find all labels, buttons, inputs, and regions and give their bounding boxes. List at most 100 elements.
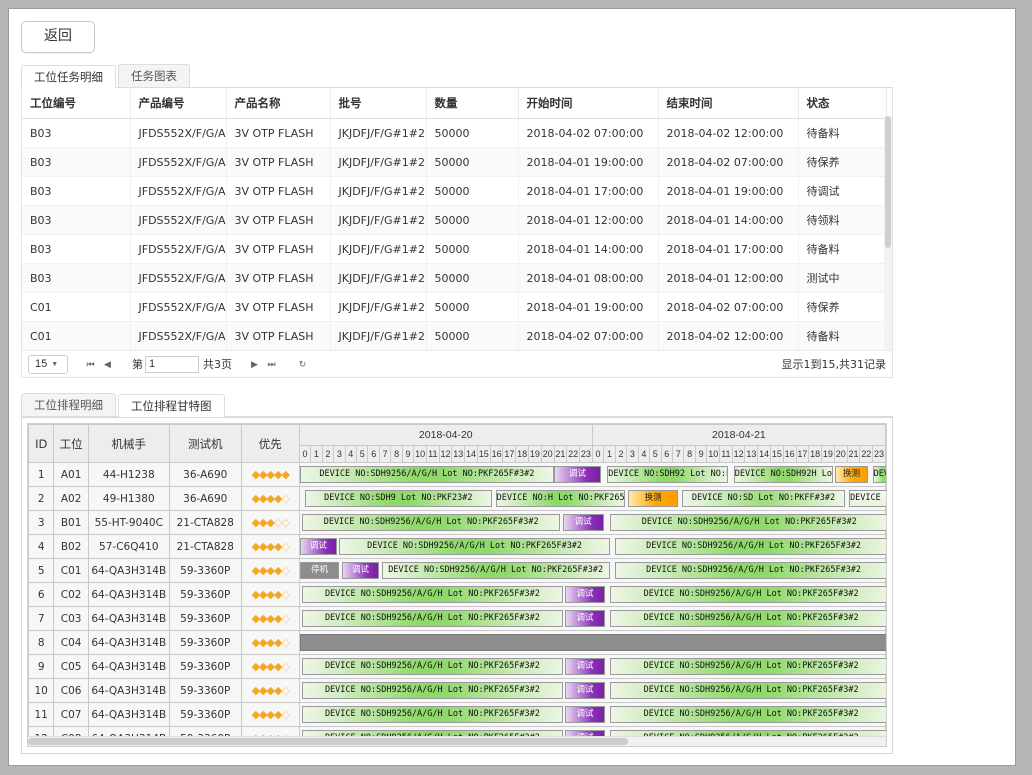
last-page-button[interactable]: ⏭ bbox=[263, 356, 280, 373]
back-button[interactable]: 返回 bbox=[21, 21, 95, 53]
gantt-row[interactable]: 3 B01 55-HT-9040C 21-CTA828 ◆◆◆◇◇ DEVICE NO:S… bbox=[28, 510, 886, 535]
gantt-bar-swap[interactable]: 换测 bbox=[628, 490, 678, 507]
task-grid-vscroll-thumb[interactable] bbox=[885, 116, 891, 248]
tab-0[interactable]: 工位排程明细 bbox=[21, 393, 116, 416]
diamond-filled-icon: ◆ bbox=[266, 492, 276, 505]
gantt-cell-id: 4 bbox=[28, 534, 55, 559]
table-row[interactable]: B03 JFDS552X/F/G/A 3V OTP FLASH JKJDFJ/F/G#… bbox=[22, 263, 892, 293]
gantt-bar-run[interactable]: DEVICE NO:SD Lot NO:PKF#3#2 bbox=[872, 466, 886, 483]
gantt-bar-run[interactable]: DEVICE NO:SDH9256/A/G/H Lot NO:PKF265F#3… bbox=[614, 538, 886, 555]
cell-6: 2018-04-02 07:00:00 bbox=[658, 147, 799, 177]
gantt-row[interactable]: 8 C04 64-QA3H314B 59-3360P ◆◆◆◆◇ bbox=[28, 630, 886, 655]
cell-4: 50000 bbox=[426, 234, 519, 264]
gantt-bar-run[interactable]: DEVICE NO:SDH9256/A/G/H Lot NO:PKF265F#3… bbox=[381, 562, 610, 579]
gantt-row[interactable]: 5 C01 64-QA3H314B 59-3360P ◆◆◆◆◇ 停机 调试 DEVICE N… bbox=[28, 558, 886, 583]
tab-1[interactable]: 工位排程甘特图 bbox=[118, 394, 225, 417]
cell-0: B03 bbox=[22, 147, 131, 177]
gantt-bar-run[interactable]: DEVICE NO:SDH9256/A/G/H Lot NO:PKF265F#3… bbox=[609, 610, 886, 627]
gantt-row[interactable]: 10 C06 64-QA3H314B 59-3360P ◆◆◆◆◇ DEVICE NO:S… bbox=[28, 678, 886, 703]
column-header-7[interactable]: 状态 bbox=[798, 88, 887, 119]
gantt-row[interactable]: 2 A02 49-H1380 36-A690 ◆◆◆◆◇ DEVICE NO:SDH9 L… bbox=[28, 486, 886, 511]
column-header-4[interactable]: 数量 bbox=[426, 88, 519, 119]
gantt-bar-debug[interactable]: 调试 bbox=[565, 586, 605, 603]
tab-0[interactable]: 工位任务明细 bbox=[21, 65, 116, 88]
gantt-bar-run[interactable]: DEVICE NO:SDH9256/A/G/H Lot NO:PKF265F#3… bbox=[302, 586, 563, 603]
first-page-button[interactable]: ⏮ bbox=[82, 356, 99, 373]
gantt-bar-run[interactable]: DEVICE NO:SDH9256/A/G/H Lot NO:PKF265F#3… bbox=[609, 586, 886, 603]
gantt-row[interactable]: 11 C07 64-QA3H314B 59-3360P ◆◆◆◆◇ DEVICE NO:S… bbox=[28, 702, 886, 727]
gantt-bar-run[interactable]: DEVICE NO:SDH9256/A/G/H Lot NO:PKF265F#3… bbox=[302, 514, 561, 531]
gantt-track-area bbox=[299, 631, 886, 654]
table-row[interactable]: B03 JFDS552X/F/G/A 3V OTP FLASH JKJDFJ/F/G#… bbox=[22, 147, 892, 177]
gantt-row[interactable]: 6 C02 64-QA3H314B 59-3360P ◆◆◆◆◇ DEVICE NO:SD… bbox=[28, 582, 886, 607]
gantt-hscrollbar[interactable] bbox=[28, 736, 886, 746]
gantt-bar-debug[interactable]: 调试 bbox=[565, 610, 605, 627]
gantt-bar-gray[interactable] bbox=[299, 634, 886, 651]
table-row[interactable]: C01 JFDS552X/F/G/A 3V OTP FLASH JKJDFJ/F/G#… bbox=[22, 292, 892, 322]
tab-1[interactable]: 任务图表 bbox=[118, 64, 190, 87]
gantt-bar-run[interactable]: DEVICE NO:SDH9256/A/G/H Lot NO:PKF265F#3… bbox=[609, 682, 886, 699]
gantt-bar-debug[interactable]: 调试 bbox=[299, 538, 337, 555]
gantt-bar-halt[interactable]: 停机 bbox=[299, 562, 340, 579]
column-header-1[interactable]: 产品编号 bbox=[130, 88, 227, 119]
gantt-bar-debug[interactable]: 调试 bbox=[562, 514, 604, 531]
column-header-3[interactable]: 批号 bbox=[330, 88, 427, 119]
gantt-hour-header-1-12: 12 bbox=[731, 445, 746, 463]
gantt-column-header-2[interactable]: 机械手 bbox=[87, 424, 170, 463]
gantt-header: ID 工位 机械手 测试机 优先 2018-04-20 2018-04-21 0 1 2 3 4 5 6 7… bbox=[28, 424, 886, 463]
gantt-row[interactable]: 4 B02 57-C6Q410 21-CTA828 ◆◆◆◆◇ 调试 DEVICE NO:S… bbox=[28, 534, 886, 559]
gantt-bar-run[interactable]: DEVICE NO:SDH9256/A/G/H Lot NO:PKF265F#3… bbox=[302, 706, 563, 723]
gantt-bar-swap[interactable]: 换测 bbox=[835, 466, 868, 483]
column-header-6[interactable]: 结束时间 bbox=[658, 88, 799, 119]
gantt-bar-run[interactable]: DEVICE NO:SDH9256/A/G/H Lot NO:PKF265F#3… bbox=[339, 538, 610, 555]
gantt-bar-debug[interactable]: 调试 bbox=[565, 682, 605, 699]
cell-4: 50000 bbox=[426, 263, 519, 293]
gantt-column-header-3[interactable]: 测试机 bbox=[168, 424, 242, 463]
column-header-2[interactable]: 产品名称 bbox=[226, 88, 331, 119]
gantt-bar-run[interactable]: DEVICE NO:SDH92 Lot NO:PKF265 bbox=[607, 466, 728, 483]
task-grid-vscrollbar[interactable] bbox=[884, 116, 892, 350]
gantt-bar-run[interactable]: DEVICE NO:SDH9256/A/G/H Lot NO:PKF265F#3… bbox=[614, 562, 886, 579]
gantt-bar-debug[interactable]: 调试 bbox=[565, 706, 605, 723]
gantt-bar-run[interactable]: DEVICE NO:SDH9256/A/G/H Lot NO:PKF265F#3… bbox=[609, 706, 886, 723]
gantt-bar-debug[interactable]: 调试 bbox=[565, 658, 605, 675]
gantt-bar-run2[interactable]: DEVICE NO:SD Lot NO:PKFF#3#2 bbox=[681, 490, 846, 507]
gantt-row[interactable]: 9 C05 64-QA3H314B 59-3360P ◆◆◆◆◇ DEVICE NO:SD… bbox=[28, 654, 886, 679]
gantt-bar-pale[interactable]: DEVICE NO:SD Lot NO:PKF#3#2 bbox=[849, 490, 886, 507]
table-row[interactable]: B03 JFDS552X/F/G/A 3V OTP FLASH JKJDFJ/F/G#… bbox=[22, 176, 892, 206]
column-header-8[interactable]: 创建时间▼ bbox=[886, 88, 892, 119]
gantt-bar-run[interactable]: DEVICE NO:SDH9256/A/G/H Lot NO:PKF265F#3… bbox=[299, 466, 554, 483]
gantt-bar-run[interactable]: DEVICE NO:H Lot NO:PKF265 bbox=[495, 490, 625, 507]
gantt-row[interactable]: 1 A01 44-H1238 36-A690 ◆◆◆◆◆ DEVICE NO:SDH925… bbox=[28, 462, 886, 487]
gantt-column-header-1[interactable]: 工位 bbox=[53, 424, 89, 463]
refresh-icon[interactable]: ↻ bbox=[294, 356, 311, 373]
table-row[interactable]: B03 JFDS552X/F/G/A 3V OTP FLASH JKJDFJ/F/G#… bbox=[22, 205, 892, 235]
diamond-filled-icon: ◆ bbox=[251, 564, 261, 577]
gantt-bar-run[interactable]: DEVICE NO:SDH9256/A/G/H Lot NO:PKF265F#3… bbox=[302, 610, 563, 627]
gantt-bar-run[interactable]: DEVICE NO:SDH9 Lot NO:PKF23#2 bbox=[304, 490, 492, 507]
diamond-filled-icon: ◆ bbox=[259, 588, 268, 601]
page-number-input[interactable] bbox=[145, 355, 199, 373]
table-row[interactable]: C01 JFDS552X/F/G/A 3V OTP FLASH JKJDFJ/F/G#… bbox=[22, 321, 892, 350]
gantt-bar-debug[interactable]: 调试 bbox=[553, 466, 602, 483]
gantt-column-header-0[interactable]: ID bbox=[28, 424, 55, 463]
gantt-bar-debug[interactable]: 调试 bbox=[341, 562, 380, 579]
gantt-hscroll-thumb[interactable] bbox=[28, 738, 628, 745]
gantt-bar-run[interactable]: DEVICE NO:SDH9256/A/G/H Lot NO:PKF265F#3… bbox=[302, 658, 563, 675]
column-header-0[interactable]: 工位编号 bbox=[22, 88, 131, 119]
cell-1: JFDS552X/F/G/A bbox=[130, 263, 227, 293]
gantt-bar-run[interactable]: DEVICE NO:SDH9256/A/G/H Lot NO:PKF265F#3… bbox=[302, 682, 563, 699]
gantt-cell-station: B02 bbox=[53, 534, 89, 559]
gantt-bar-run[interactable]: DEVICE NO:SDH9256/A/G/H Lot NO:PKF265F#3… bbox=[609, 514, 886, 531]
table-row[interactable]: B03 JFDS552X/F/G/A 3V OTP FLASH JKJDFJ/F/G#… bbox=[22, 118, 892, 148]
gantt-column-header-4[interactable]: 优先 bbox=[240, 424, 300, 463]
gantt-row[interactable]: 7 C03 64-QA3H314B 59-3360P ◆◆◆◆◇ DEVICE NO:SD… bbox=[28, 606, 886, 631]
page-size-select[interactable]: 15 ▼ bbox=[28, 354, 68, 374]
prev-page-button[interactable]: ◀ bbox=[99, 356, 116, 373]
priority-diamonds: ◆◆◆◆◇ bbox=[242, 487, 299, 510]
column-header-5[interactable]: 开始时间 bbox=[518, 88, 659, 119]
table-row[interactable]: B03 JFDS552X/F/G/A 3V OTP FLASH JKJDFJ/F/G#… bbox=[22, 234, 892, 264]
gantt-bar-run[interactable]: DEVICE NO:SDH9256/A/G/H Lot NO:PKF265F#3… bbox=[609, 658, 886, 675]
gantt-bar-run[interactable]: DEVICE NO:SDH92H Lot NO:P bbox=[733, 466, 833, 483]
next-page-button[interactable]: ▶ bbox=[246, 356, 263, 373]
